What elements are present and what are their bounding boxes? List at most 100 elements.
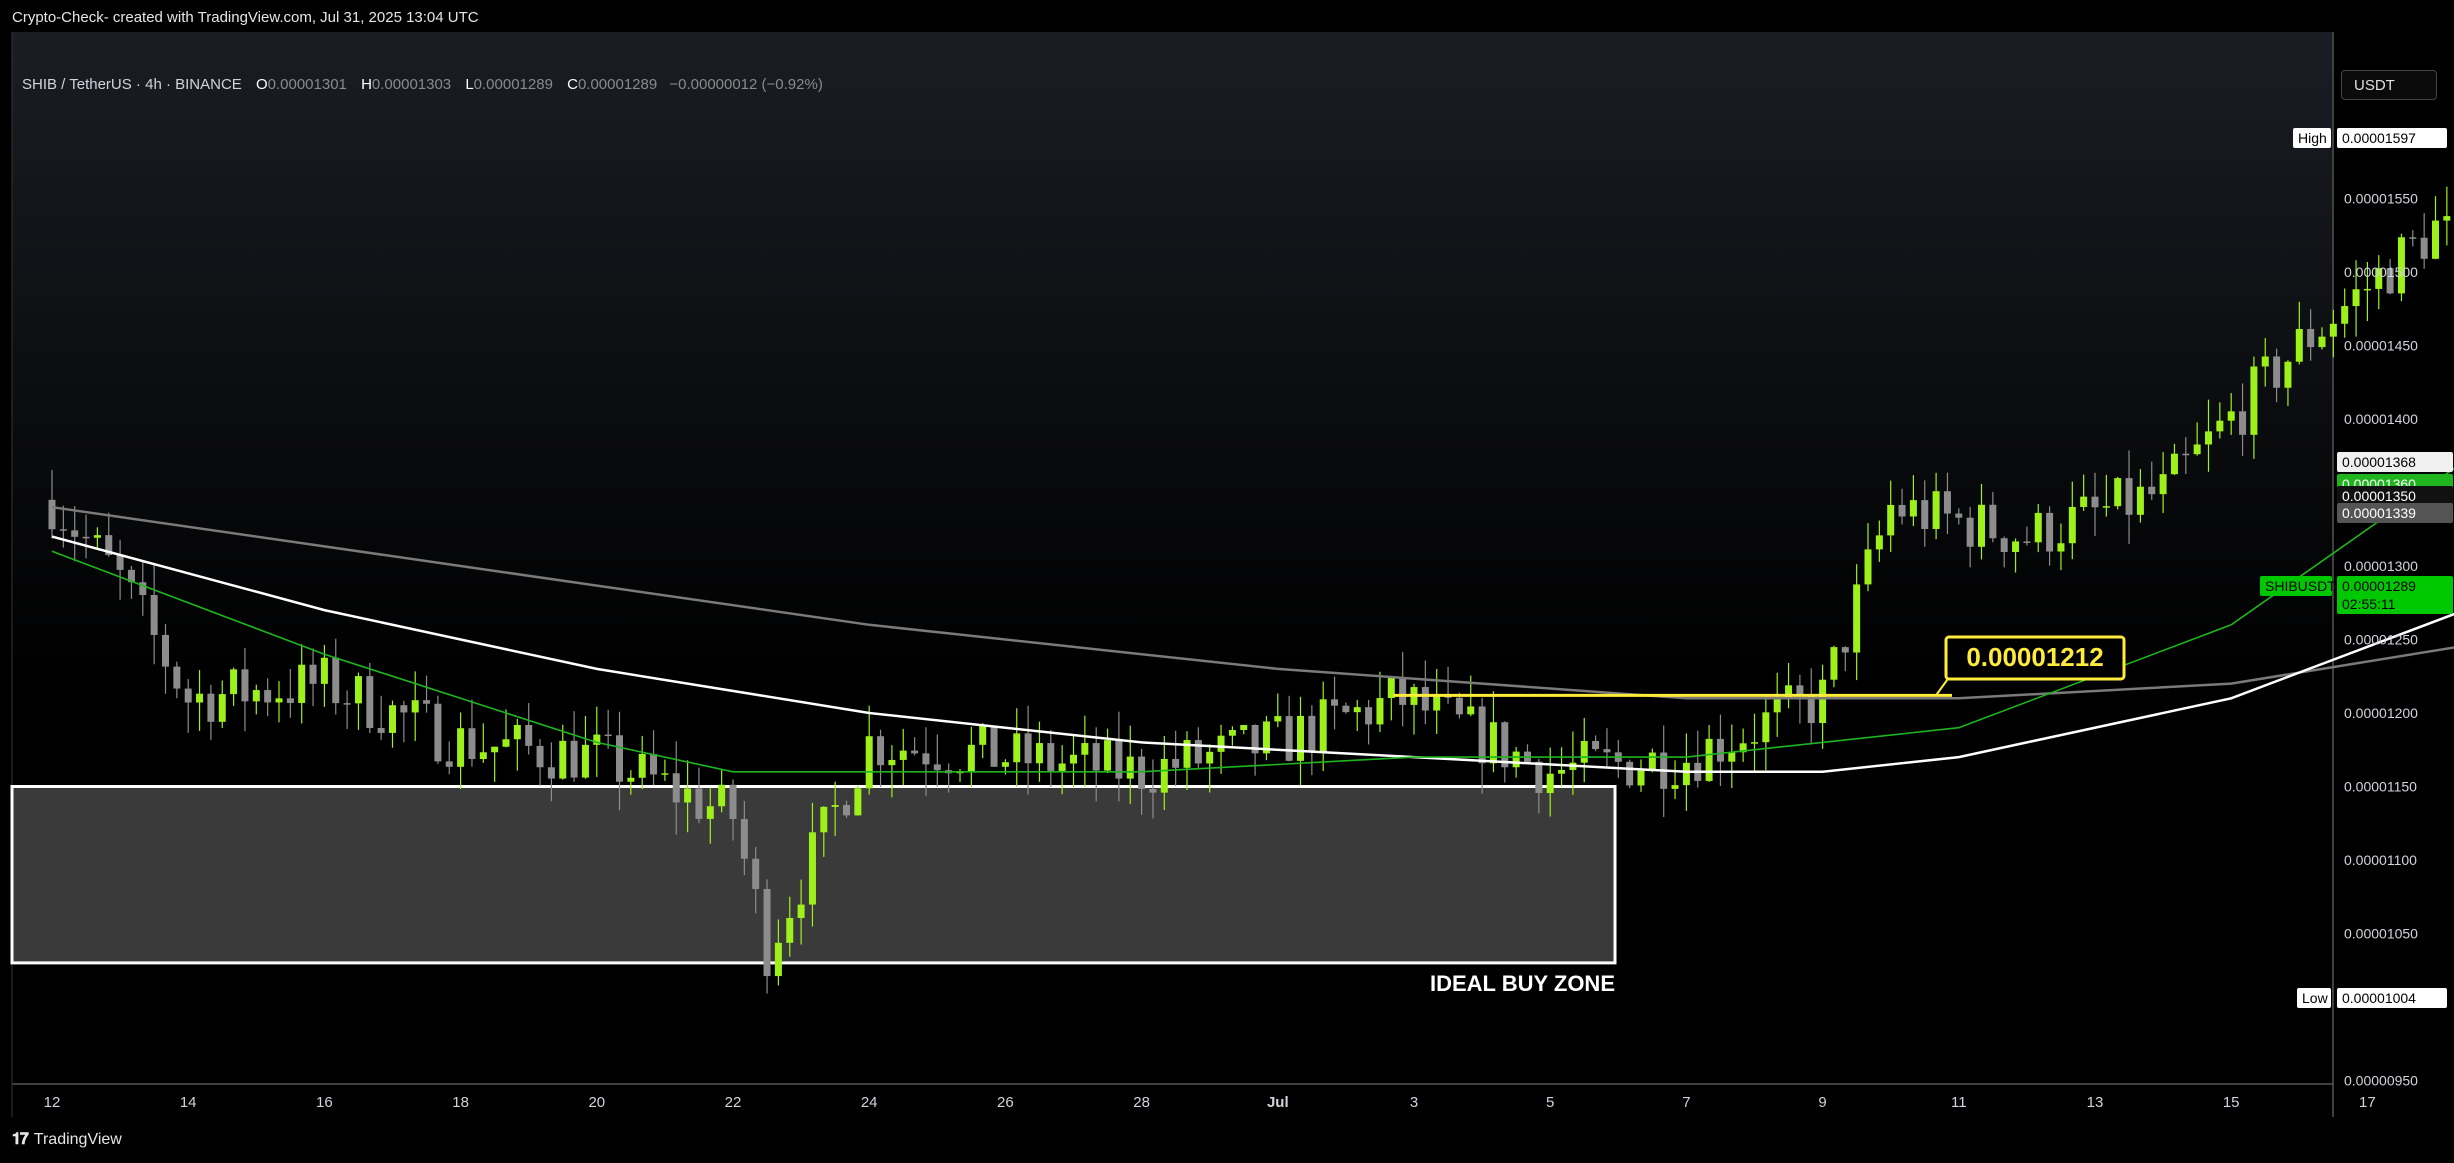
candle-body <box>93 535 101 538</box>
close-value: 0.00001289 <box>577 76 658 93</box>
candle-body <box>2284 361 2292 388</box>
time-axis-tick: 18 <box>452 1094 469 1111</box>
tradingview-logo[interactable]: 𝟏𝟕 TradingView <box>12 1131 122 1149</box>
low-value-tag: 0.00001004 <box>2337 988 2447 1008</box>
candle-body <box>570 740 578 778</box>
candle-body <box>286 698 294 703</box>
candle-body <box>1546 773 1554 794</box>
candle-body <box>1297 715 1304 761</box>
candle-body <box>252 690 260 702</box>
candle-body <box>843 805 850 816</box>
candle-body <box>1671 785 1679 789</box>
candle-body <box>1024 733 1032 764</box>
candle-body <box>638 753 646 778</box>
candle-body <box>1966 517 1974 547</box>
candle-body <box>445 761 453 767</box>
last-price-tag: 0.00001289 <box>2337 576 2453 596</box>
header-bar: Crypto-Check- created with TradingView.c… <box>0 0 2454 32</box>
candle-body <box>581 744 589 778</box>
candle-body <box>2307 328 2315 348</box>
candle-body <box>343 703 351 705</box>
symbol-name[interactable]: SHIB / TetherUS · 4h · BINANCE <box>22 76 242 93</box>
candle-body <box>1138 756 1146 790</box>
candle-body <box>1319 699 1327 753</box>
buy-zone-label: IDEAL BUY ZONE <box>1430 971 1615 996</box>
candle-body <box>1365 707 1373 725</box>
time-axis-tick: 7 <box>1682 1094 1690 1111</box>
time-axis-tick: 12 <box>44 1094 61 1111</box>
candle-body <box>547 767 555 779</box>
candle-body <box>627 777 635 782</box>
price-axis-tick: 0.00001550 <box>2344 191 2418 207</box>
candle-body <box>911 750 919 754</box>
candle-body <box>1682 762 1690 786</box>
support-callout-label: 0.00001212 <box>1966 642 2103 672</box>
price-chart[interactable]: IDEAL BUY ZONE 0.00001212 0.00001550 0.00… <box>0 32 2454 1117</box>
candle-body <box>218 694 226 722</box>
candle-body <box>1716 738 1724 762</box>
candle-body <box>2102 506 2110 508</box>
high-value-tag-text: 0.00001597 <box>2342 130 2416 146</box>
candle-body <box>2080 496 2088 507</box>
candle-body <box>1217 735 1225 752</box>
candle-body <box>2170 453 2178 475</box>
candle-body <box>1331 699 1339 706</box>
candle-body <box>2250 366 2258 435</box>
candle-body <box>1228 730 1236 736</box>
candle-body <box>173 666 181 689</box>
candle-body <box>1240 724 1248 731</box>
candle-body <box>184 688 192 703</box>
high-key: H <box>361 76 372 93</box>
time-axis-tick: 22 <box>725 1094 742 1111</box>
candle-body <box>990 725 998 767</box>
candle-body <box>1921 500 1929 529</box>
candle-body <box>865 736 873 789</box>
candle-body <box>389 705 396 733</box>
candle-body <box>1943 491 1951 514</box>
candle-body <box>979 725 987 745</box>
candle-body <box>650 753 658 775</box>
candle-body <box>2329 323 2337 337</box>
candle-body <box>377 728 385 733</box>
symbol-tag: SHIBUSDT <box>2260 576 2336 596</box>
time-axis-tick: 3 <box>1410 1094 1418 1111</box>
low-tag-text: Low <box>2302 990 2329 1006</box>
candle-body <box>740 819 748 859</box>
candle-body <box>309 664 317 684</box>
candle-body <box>1433 694 1441 711</box>
candle-body <box>706 806 714 819</box>
price-axis-tick: 0.00001450 <box>2344 338 2418 354</box>
candle-body <box>1194 740 1202 764</box>
candle-body <box>536 745 544 768</box>
candle-body <box>1853 584 1861 653</box>
candle-body <box>2227 411 2235 421</box>
candle-body <box>1728 752 1736 762</box>
candle-body <box>1149 789 1157 793</box>
candle-body <box>1126 756 1134 779</box>
chart-area[interactable]: IDEAL BUY ZONE 0.00001212 0.00001550 0.00… <box>0 32 2454 1117</box>
price-axis-tick: 0.00001300 <box>2344 558 2418 574</box>
candle-body <box>2295 328 2303 362</box>
candle-body <box>559 740 567 779</box>
candle-body <box>2261 356 2269 367</box>
candle-body <box>820 806 828 833</box>
change-value: −0.00000012 (−0.92%) <box>669 76 823 93</box>
candle-body <box>2023 541 2031 543</box>
candle-body <box>752 858 760 889</box>
candle-body <box>797 904 805 919</box>
candle-body <box>2318 336 2326 348</box>
candle-body <box>196 693 204 703</box>
candle-body <box>1104 740 1112 771</box>
candle-body <box>207 693 215 722</box>
candle-body <box>1864 549 1872 585</box>
time-axis-tick: 24 <box>861 1094 878 1111</box>
candle-body <box>2136 486 2144 515</box>
price-label-1339-text: 0.00001339 <box>2342 505 2416 521</box>
price-axis-tick: 0.00001200 <box>2344 705 2418 721</box>
candle-body <box>877 736 885 766</box>
currency-button[interactable]: USDT <box>2341 70 2437 100</box>
candle-body <box>763 888 771 977</box>
candle-body <box>1478 706 1486 764</box>
candle-body <box>2034 512 2042 543</box>
candle-body <box>1875 535 1883 550</box>
